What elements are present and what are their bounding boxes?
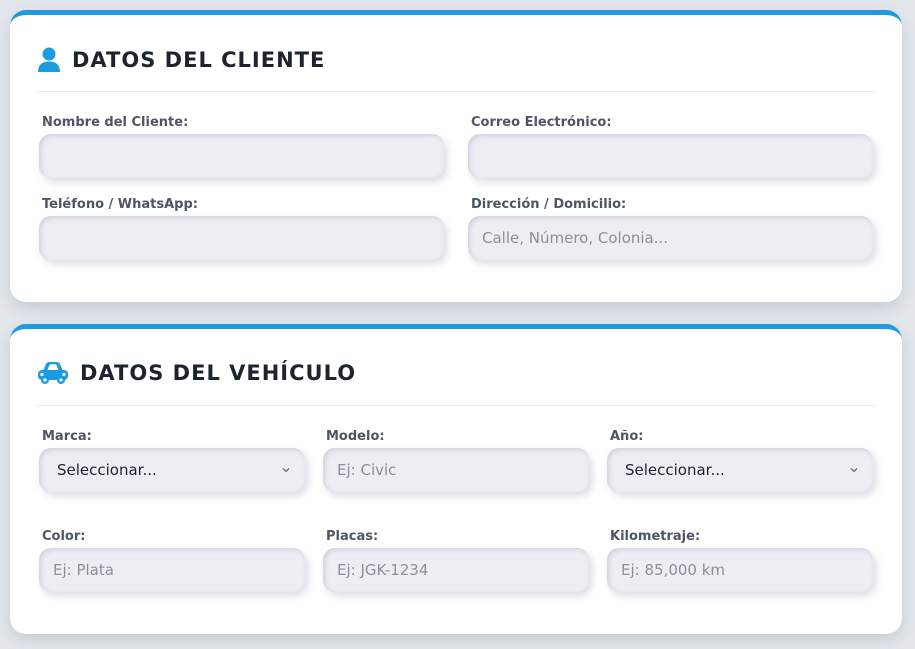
vehicle-brand-label: Marca: xyxy=(42,429,92,444)
client-section-header: DATOS DEL CLIENTE xyxy=(37,47,325,73)
client-section-divider xyxy=(37,91,875,92)
vehicle-brand-value: Seleccionar... xyxy=(57,461,157,479)
client-phone-input[interactable] xyxy=(39,216,444,260)
vehicle-color-input[interactable]: Ej: Plata xyxy=(39,548,305,592)
vehicle-mileage-input[interactable]: Ej: 85,000 km xyxy=(607,548,873,592)
client-address-label: Dirección / Domicilio: xyxy=(471,197,627,212)
vehicle-brand-select[interactable]: Seleccionar... xyxy=(39,448,305,492)
vehicle-data-card: DATOS DEL VEHÍCULO Marca: Seleccionar...… xyxy=(10,324,902,634)
vehicle-plates-input[interactable]: Ej: JGK-1234 xyxy=(323,548,589,592)
vehicle-section-header: DATOS DEL VEHÍCULO xyxy=(37,361,356,385)
vehicle-section-divider xyxy=(37,405,875,406)
client-phone-label: Teléfono / WhatsApp: xyxy=(42,197,198,212)
vehicle-plates-label: Placas: xyxy=(326,529,379,544)
chevron-down-icon xyxy=(282,468,290,473)
client-email-label: Correo Electrónico: xyxy=(471,115,612,130)
client-data-card: DATOS DEL CLIENTE Nombre del Cliente: Co… xyxy=(10,10,902,302)
client-address-input[interactable]: Calle, Número, Colonia... xyxy=(468,216,873,260)
vehicle-year-value: Seleccionar... xyxy=(625,461,725,479)
vehicle-model-label: Modelo: xyxy=(326,429,385,444)
client-section-title: DATOS DEL CLIENTE xyxy=(72,48,326,72)
client-email-input[interactable] xyxy=(468,134,873,178)
vehicle-year-select[interactable]: Seleccionar... xyxy=(607,448,873,492)
user-icon xyxy=(38,47,60,72)
vehicle-mileage-label: Kilometraje: xyxy=(610,529,701,544)
client-name-label: Nombre del Cliente: xyxy=(42,115,189,130)
car-icon xyxy=(38,362,68,384)
vehicle-year-label: Año: xyxy=(610,429,644,444)
vehicle-section-title: DATOS DEL VEHÍCULO xyxy=(80,361,357,385)
chevron-down-icon xyxy=(850,468,858,473)
vehicle-model-input[interactable]: Ej: Civic xyxy=(323,448,589,492)
client-name-input[interactable] xyxy=(39,134,444,178)
vehicle-color-label: Color: xyxy=(42,529,86,544)
